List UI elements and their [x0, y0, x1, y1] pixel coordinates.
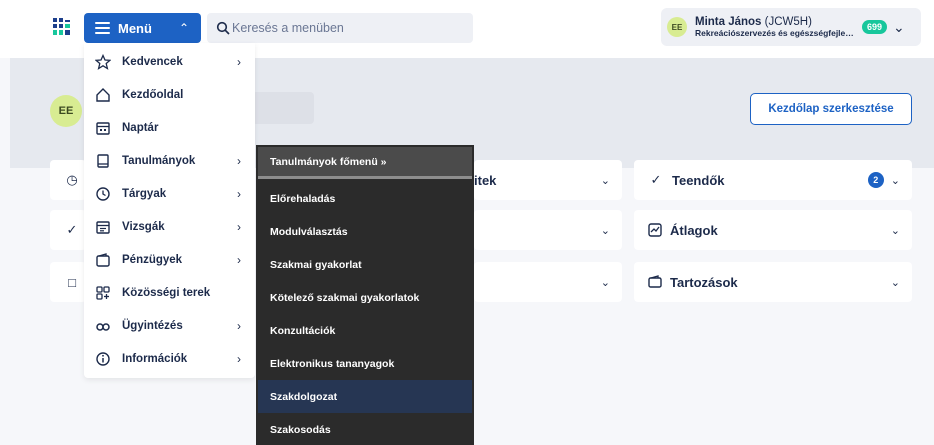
main-menu-dropdown: Kedvencek › Kezdőoldal Naptár Tanulmányo…	[84, 43, 255, 378]
welcome-placeholder	[252, 92, 314, 124]
home-icon	[96, 87, 110, 102]
avatar-large: EE	[50, 95, 82, 127]
chevron-down-icon: ⌄	[890, 224, 900, 237]
widget-todos[interactable]: ✓ Teendők 2 ⌄	[634, 160, 912, 200]
clock-icon: ◷	[66, 172, 78, 187]
hamburger-icon	[95, 22, 110, 34]
star-icon	[95, 53, 111, 70]
submenu-item-active[interactable]: Szakdolgozat	[258, 380, 472, 413]
avatar: EE	[667, 17, 687, 37]
widget-left-2[interactable]: ✓	[50, 210, 86, 250]
chevron-right-icon: ›	[237, 54, 241, 69]
search-input[interactable]	[232, 21, 452, 35]
chevron-right-icon: ›	[237, 252, 241, 267]
menu-item-label: Közösségi terek	[122, 286, 211, 299]
clock-icon	[96, 186, 110, 201]
menu-item-label: Pénzügyek	[122, 253, 183, 266]
widget-middle-3[interactable]: ⌄	[474, 262, 622, 302]
menu-item-finances[interactable]: Pénzügyek ›	[84, 243, 255, 276]
menu-search	[207, 13, 473, 43]
chevron-down-icon: ⌄	[600, 276, 610, 289]
menu-item-studies[interactable]: Tanulmányok ›	[84, 144, 255, 177]
widget-title: itek	[474, 172, 497, 188]
wallet-icon	[648, 275, 662, 288]
menu-item-label: Vizsgák	[122, 220, 165, 233]
chevron-down-icon: ⌄	[600, 174, 610, 187]
user-program: Rekreációszervezés és egészségfejleszt..…	[695, 28, 858, 38]
user-name-line: Minta János (JCW5H)	[695, 16, 858, 29]
submenu-item[interactable]: Modulválasztás	[258, 215, 472, 248]
chat-icon: □	[68, 274, 76, 290]
studies-submenu: Tanulmányok főmenü » Előrehaladás Modulv…	[256, 145, 474, 445]
chevron-down-icon: ⌄	[890, 174, 900, 187]
user-info: Minta János (JCW5H) Rekreációszervezés é…	[695, 16, 858, 39]
chevron-down-icon: ⌄	[600, 224, 610, 237]
widget-middle-2[interactable]: ⌄	[474, 210, 622, 250]
chevron-up-icon: ⌃	[178, 21, 189, 35]
chevron-down-icon: ⌄	[890, 276, 900, 289]
community-icon	[96, 285, 110, 300]
widget-debts[interactable]: Tartozások ⌄	[634, 262, 912, 302]
chevron-down-icon[interactable]: ⌄	[893, 19, 905, 36]
submenu-item[interactable]: Konzultációk	[258, 314, 472, 347]
menu-item-label: Tanulmányok	[122, 154, 196, 167]
exam-calendar-icon	[96, 220, 110, 234]
book-icon	[97, 153, 109, 168]
widget-title: Tartozások	[670, 274, 738, 290]
menu-item-subjects[interactable]: Tárgyak ›	[84, 177, 255, 210]
menu-item-community[interactable]: Közösségi terek	[84, 276, 255, 309]
chevron-right-icon: ›	[237, 153, 241, 168]
menu-item-home[interactable]: Kezdőoldal	[84, 78, 255, 111]
submenu-item[interactable]: Szakmai gyakorlat	[258, 248, 472, 281]
submenu-item[interactable]: Kötelező szakmai gyakorlatok	[258, 281, 472, 314]
chevron-right-icon: ›	[237, 219, 241, 234]
menu-button[interactable]: Menü ⌃	[84, 13, 201, 43]
app-logo-icon[interactable]	[52, 17, 72, 37]
menu-item-label: Naptár	[122, 121, 159, 134]
search-icon	[216, 21, 230, 35]
widget-left-1[interactable]: ◷	[50, 160, 86, 200]
widget-left-3[interactable]: □	[50, 262, 86, 302]
chart-icon	[648, 223, 662, 237]
submenu-item[interactable]: Elektronikus tananyagok	[258, 347, 472, 380]
calendar-icon	[96, 121, 110, 135]
chevron-right-icon: ›	[237, 318, 241, 333]
menu-button-label: Menü	[118, 20, 152, 36]
notification-badge[interactable]: 699	[862, 20, 888, 34]
user-name: Minta János	[695, 15, 762, 28]
submenu-header-link[interactable]: Tanulmányok főmenü »	[258, 147, 472, 179]
todo-check-icon: ✓	[650, 172, 662, 187]
widget-middle-1[interactable]: itek ⌄	[474, 160, 622, 200]
menu-item-calendar[interactable]: Naptár	[84, 111, 255, 144]
menu-item-administration[interactable]: Ügyintézés ›	[84, 309, 255, 342]
submenu-item[interactable]: Előrehaladás	[258, 182, 472, 215]
menu-item-favorites[interactable]: Kedvencek ›	[84, 45, 255, 78]
menu-item-label: Kezdőoldal	[122, 88, 184, 101]
widget-averages[interactable]: Átlagok ⌄	[634, 210, 912, 250]
submenu-item[interactable]: Szakosodás	[258, 413, 472, 445]
submenu-header-label: Tanulmányok főmenü »	[270, 155, 387, 168]
menu-item-label: Ügyintézés	[122, 319, 183, 332]
menu-item-label: Tárgyak	[122, 187, 167, 200]
edit-homepage-button[interactable]: Kezdőlap szerkesztése	[750, 93, 912, 125]
widget-title: Teendők	[672, 172, 725, 188]
check-icon: ✓	[66, 222, 78, 237]
wallet-icon	[96, 252, 110, 267]
widget-title: Átlagok	[670, 222, 718, 238]
menu-item-information[interactable]: Információk ›	[84, 342, 255, 375]
user-code: (JCW5H)	[764, 15, 812, 28]
chevron-right-icon: ›	[237, 186, 241, 201]
chevron-right-icon: ›	[237, 351, 241, 366]
chain-icon	[96, 322, 110, 331]
menu-item-exams[interactable]: Vizsgák ›	[84, 210, 255, 243]
todo-count-badge: 2	[867, 172, 884, 188]
user-profile-menu[interactable]: EE Minta János (JCW5H) Rekreációszervezé…	[661, 8, 921, 46]
menu-item-label: Információk	[122, 352, 188, 365]
menu-item-label: Kedvencek	[122, 55, 183, 68]
info-icon	[96, 351, 110, 366]
